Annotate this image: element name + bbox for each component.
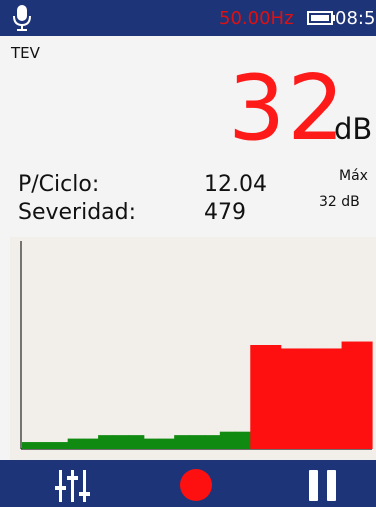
histogram-bar xyxy=(98,435,114,449)
histogram-bar xyxy=(326,348,343,449)
microphone-icon xyxy=(13,5,31,31)
histogram-bars xyxy=(22,341,373,449)
histogram-bar xyxy=(67,438,84,449)
histogram-bar xyxy=(174,435,190,449)
histogram-bar xyxy=(113,435,130,449)
battery-icon xyxy=(307,11,335,25)
histogram-bar xyxy=(311,348,327,449)
pcycle-label: P/Ciclo: xyxy=(18,172,100,197)
histogram-svg xyxy=(20,241,373,450)
histogram-bar xyxy=(235,431,251,449)
histogram-bar xyxy=(356,341,373,449)
histogram-bar xyxy=(204,435,221,449)
frequency-readout: 50.00Hz xyxy=(219,8,294,29)
histogram-bar xyxy=(52,442,69,449)
histogram-bar xyxy=(143,438,160,449)
clock: 08:54 xyxy=(335,8,376,29)
record-icon[interactable] xyxy=(178,467,214,503)
severity-label: Severidad: xyxy=(18,200,137,225)
histogram-bar xyxy=(219,431,236,449)
histogram-bar xyxy=(37,442,54,449)
histogram-bar xyxy=(158,438,175,449)
pause-icon[interactable] xyxy=(306,468,340,502)
pcycle-value: 12.04 xyxy=(204,172,267,197)
histogram-bar xyxy=(250,345,267,449)
histogram-bar xyxy=(295,348,312,449)
histogram-bar xyxy=(280,348,297,449)
histogram-bar xyxy=(341,341,358,449)
sliders-icon[interactable] xyxy=(54,468,92,504)
level-unit: dB xyxy=(334,112,373,146)
max-label: Máx xyxy=(339,168,368,184)
measurement-mode: TEV xyxy=(11,44,40,62)
status-bar: 50.00Hz 08:54 xyxy=(0,0,376,36)
histogram-bar xyxy=(265,345,282,449)
histogram-bar xyxy=(22,442,38,449)
severity-value: 479 xyxy=(204,200,246,225)
histogram-bar xyxy=(189,435,206,449)
level-value: 32 xyxy=(228,56,347,161)
histogram-bar xyxy=(128,435,145,449)
histogram-bar xyxy=(82,438,99,449)
histogram-chart xyxy=(10,237,376,460)
max-value: 32 dB xyxy=(319,194,360,210)
bottom-toolbar xyxy=(0,460,376,507)
